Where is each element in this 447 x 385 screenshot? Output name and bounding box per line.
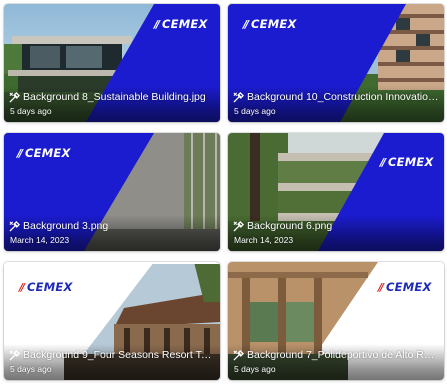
modified-date: March 14, 2023 bbox=[10, 235, 70, 245]
image-file-icon bbox=[9, 91, 20, 103]
file-card-background-10[interactable]: //CEMEX Background 10_Construction Innov… bbox=[228, 4, 444, 122]
image-file-icon bbox=[233, 349, 244, 361]
modified-date: March 14, 2023 bbox=[234, 235, 294, 245]
image-file-icon bbox=[9, 220, 20, 232]
cemex-logo: //CEMEX bbox=[380, 155, 434, 169]
file-card-background-8[interactable]: //CEMEX Background 8_Sustainable Buildin… bbox=[4, 4, 220, 122]
image-file-icon bbox=[233, 220, 244, 232]
cemex-logo: //CEMEX bbox=[19, 280, 73, 294]
modified-date: 5 days ago bbox=[10, 364, 52, 374]
image-file-icon bbox=[9, 349, 20, 361]
cemex-logo: //CEMEX bbox=[17, 146, 71, 160]
cemex-logo: //CEMEX bbox=[378, 280, 432, 294]
file-thumbnail-grid: //CEMEX Background 8_Sustainable Buildin… bbox=[0, 0, 447, 385]
file-name: Background 9_Four Seasons Resort Tama... bbox=[23, 349, 216, 361]
file-card-background-9[interactable]: //CEMEX Background 9_Four Seasons Resort… bbox=[4, 262, 220, 380]
cemex-logo: //CEMEX bbox=[154, 17, 208, 31]
file-name: Background 7_Polideportivo de Alto Ren..… bbox=[247, 349, 440, 361]
file-name: Background 10_Construction Innovation.j.… bbox=[247, 91, 440, 103]
file-name: Background 8_Sustainable Building.jpg bbox=[23, 91, 206, 103]
cemex-logo: //CEMEX bbox=[243, 17, 297, 31]
modified-date: 5 days ago bbox=[10, 106, 52, 116]
file-name: Background 6.png bbox=[247, 220, 333, 232]
file-card-background-6[interactable]: //CEMEX Background 6.png March 14, 2023 bbox=[228, 133, 444, 251]
modified-date: 5 days ago bbox=[234, 106, 276, 116]
file-card-background-7[interactable]: //CEMEX Background 7_Polideportivo de Al… bbox=[228, 262, 444, 380]
image-file-icon bbox=[233, 91, 244, 103]
file-card-background-3[interactable]: //CEMEX Background 3.png March 14, 2023 bbox=[4, 133, 220, 251]
file-name: Background 3.png bbox=[23, 220, 109, 232]
modified-date: 5 days ago bbox=[234, 364, 276, 374]
